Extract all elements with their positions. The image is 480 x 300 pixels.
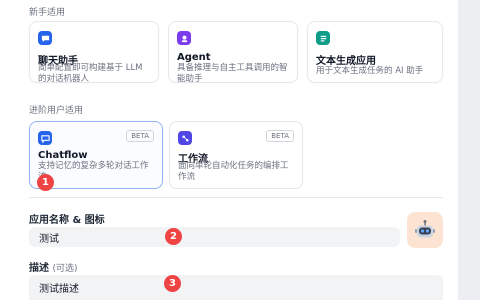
create-app-panel: 新手适用 聊天助手 简单配置即可构建基于 LLM 的对话机器人 Agent 具备… <box>0 0 458 300</box>
text-generation-icon <box>316 31 330 45</box>
app-name-input[interactable]: 测试 <box>29 227 400 247</box>
card-description: 具备推理与自主工具调用的智能助手 <box>177 63 288 84</box>
description-textarea[interactable]: 测试描述 <box>29 275 443 300</box>
app-icon-picker[interactable] <box>407 212 443 248</box>
section-beginner-label: 新手适用 <box>29 8 66 18</box>
card-title: 文本生成应用 <box>316 56 376 67</box>
card-text-generation[interactable]: 文本生成应用 用于文本生成任务的 AI 助手 <box>307 21 443 83</box>
card-description: 简单配置即可构建基于 LLM 的对话机器人 <box>38 63 143 84</box>
section-advanced-label: 进阶用户适用 <box>29 106 84 116</box>
robot-icon <box>415 220 435 238</box>
card-description: 用于文本生成任务的 AI 助手 <box>316 66 424 76</box>
app-name-label: 应用名称 & 图标 <box>29 215 105 226</box>
description-label-text: 描述 <box>29 263 49 274</box>
chat-bubble-icon <box>38 31 52 45</box>
card-description: 支持记忆的复杂多轮对话工作流 <box>38 161 149 182</box>
annotation-marker-2: 2 <box>165 228 182 245</box>
divider <box>29 197 443 198</box>
card-description: 面向单轮自动化任务的编排工作流 <box>178 161 289 182</box>
beta-badge: BETA <box>266 130 294 142</box>
agent-icon <box>177 31 191 45</box>
card-chat-assistant[interactable]: 聊天助手 简单配置即可构建基于 LLM 的对话机器人 <box>29 21 159 84</box>
card-title: Chatflow <box>38 150 88 161</box>
chatflow-icon <box>38 131 52 145</box>
annotation-marker-1: 1 <box>37 174 54 191</box>
card-agent[interactable]: Agent 具备推理与自主工具调用的智能助手 <box>168 21 298 84</box>
workflow-icon <box>178 131 192 145</box>
optional-hint: (可选) <box>52 264 78 274</box>
card-title: Agent <box>177 52 211 63</box>
beta-badge: BETA <box>126 130 154 142</box>
card-workflow[interactable]: BETA 工作流 面向单轮自动化任务的编排工作流 <box>169 121 303 189</box>
scrollbar-track[interactable] <box>458 0 480 300</box>
description-label: 描述 (可选) <box>29 259 78 274</box>
annotation-marker-3: 3 <box>164 275 181 292</box>
